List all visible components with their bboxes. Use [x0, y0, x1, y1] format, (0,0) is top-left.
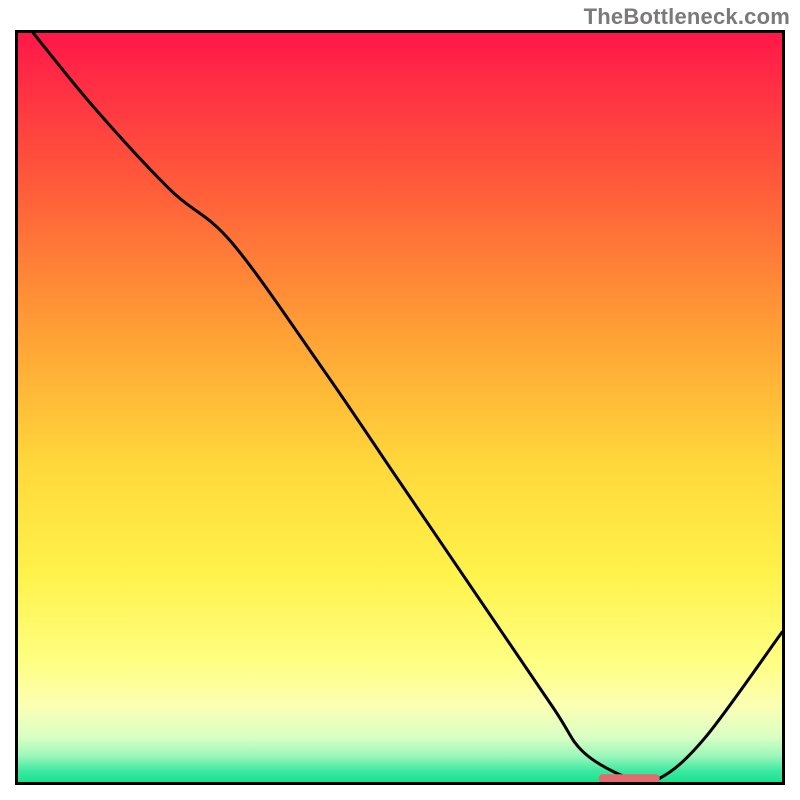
gradient-fill-rect — [18, 33, 782, 782]
chart-container: TheBottleneck.com — [0, 0, 800, 800]
watermark-text: TheBottleneck.com — [584, 4, 790, 30]
plot-frame — [15, 30, 785, 785]
optimal-range-marker — [599, 774, 660, 782]
plot-svg — [18, 33, 782, 782]
